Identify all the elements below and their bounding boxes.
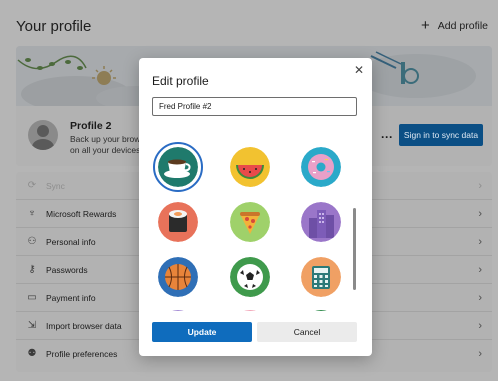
sign-in-sync-button[interactable]: Sign in to sync data [399,124,483,146]
avatar-basketball[interactable] [158,257,198,297]
avatar-partial-1[interactable] [158,310,198,311]
watermelon-icon [230,147,270,187]
settings-item-label: Import browser data [46,320,122,331]
avatar-donut[interactable] [301,147,341,187]
import-icon: ⇲ [27,319,37,331]
pizza-icon [230,202,270,242]
profile-description-line-2: on all your devices. [70,145,143,155]
avatar-soccer-ball[interactable] [230,257,270,297]
page-title: Your profile [16,18,92,35]
avatar-picker [139,138,372,311]
settings-item-label: Profile preferences [46,349,118,359]
plus-icon: + [421,17,430,34]
profile-name: Profile 2 [70,120,112,132]
chevron-right-icon: › [478,235,482,248]
profile-name-input[interactable] [152,97,357,116]
update-button[interactable]: Update [152,322,252,342]
avatar-watermelon[interactable] [230,147,270,187]
person-card-icon: ⚇ [27,235,37,247]
chevron-right-icon: › [478,319,482,332]
city-buildings-icon [301,202,341,242]
chevron-right-icon: › [478,207,482,220]
avatar-coffee-cup[interactable] [158,147,198,187]
more-options-icon[interactable]: ··· [381,130,393,144]
donut-icon [301,147,341,187]
avatar-scrollbar[interactable] [353,208,356,290]
coffee-cup-icon [158,147,198,187]
cancel-button[interactable]: Cancel [257,322,357,342]
edit-profile-dialog: Edit profile ✕ Fred Profile #2 Update Ca… [139,58,372,356]
sync-icon: ⟳ [27,179,37,191]
profile-description: Back up your brows on all your devices. [70,134,150,156]
dialog-title: Edit profile [152,74,209,88]
avatar-sushi[interactable] [158,202,198,242]
trophy-icon: ♆ [28,207,36,219]
avatar-calculator[interactable] [301,257,341,297]
add-profile-button[interactable]: + Add profile [421,17,488,34]
add-profile-label: Add profile [437,20,488,32]
settings-item-label: Microsoft Rewards [46,208,117,219]
chevron-right-icon: › [478,179,482,192]
chevron-right-icon: › [478,348,482,360]
basketball-icon [158,257,198,297]
avatar-partial-2[interactable] [230,310,270,311]
chevron-right-icon: › [478,263,482,276]
avatar-city-buildings[interactable] [301,202,341,242]
soccer-ball-icon [230,257,270,297]
settings-item-label: Personal info [46,236,96,247]
calculator-icon [301,257,341,297]
profile-avatar [28,120,58,150]
settings-item-label: Sync [46,180,65,191]
key-icon: ⚷ [28,263,36,275]
settings-item-label: Payment info [46,292,96,303]
avatar-partial-3[interactable] [301,310,341,311]
avatar-pizza[interactable] [230,202,270,242]
page-header: Your profile + Add profile [0,0,498,46]
credit-card-icon: ▭ [27,291,37,303]
close-icon[interactable]: ✕ [354,63,364,77]
settings-item-label: Passwords [46,264,88,275]
sushi-icon [158,202,198,242]
profile-description-line-1: Back up your brows [70,134,145,144]
chevron-right-icon: › [478,291,482,304]
people-settings-icon: ⚉ [27,348,37,359]
